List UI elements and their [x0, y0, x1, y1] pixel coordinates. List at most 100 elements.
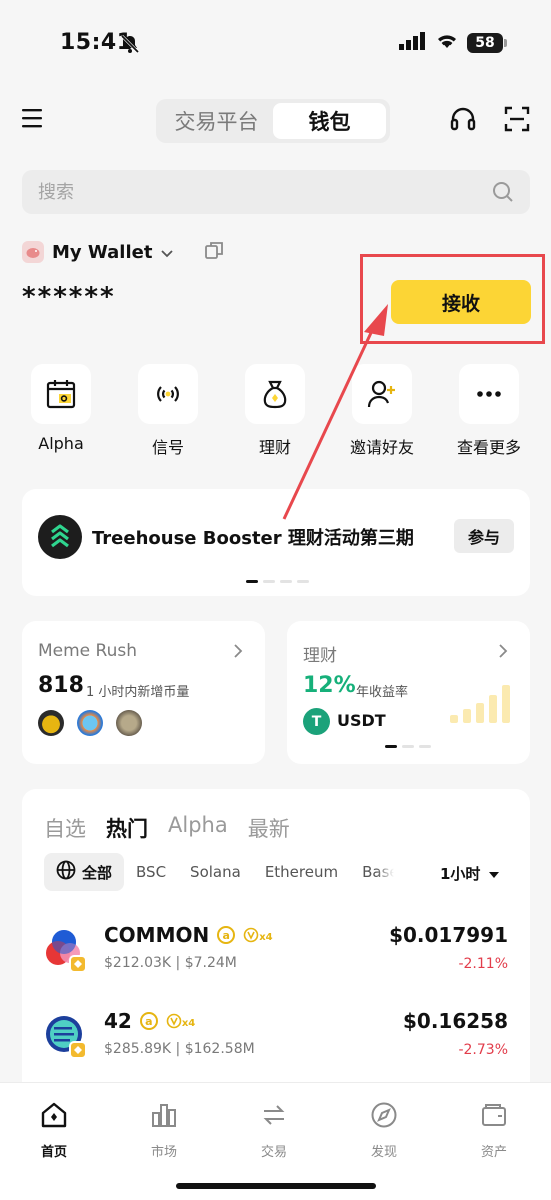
- tab-alpha[interactable]: Alpha: [168, 813, 228, 843]
- scan-icon[interactable]: [504, 106, 530, 136]
- bell-muted-icon: [120, 34, 140, 58]
- calendar-alpha-icon: [31, 364, 91, 424]
- multiplier-label: x4: [181, 1018, 196, 1029]
- headset-icon[interactable]: [450, 106, 476, 136]
- menu-icon[interactable]: [22, 108, 44, 128]
- card-title: Meme Rush: [38, 641, 138, 661]
- money-bag-icon: [245, 364, 305, 424]
- chain-base[interactable]: Base: [350, 853, 394, 891]
- search-bar: [22, 170, 530, 214]
- yield-sparkbars: [450, 677, 510, 723]
- carousel-dot: [385, 745, 397, 748]
- carousel-dot: [280, 580, 292, 583]
- search-icon[interactable]: [492, 181, 514, 207]
- tab-wallet[interactable]: 钱包: [273, 103, 386, 139]
- carousel-dot: [246, 580, 258, 583]
- token-change: -2.73%: [458, 1042, 508, 1058]
- tab-trade[interactable]: 交易: [234, 1101, 314, 1160]
- tab-hot[interactable]: 热门: [106, 813, 148, 843]
- token-name-row: 42 a x4: [104, 1009, 195, 1033]
- usdt-icon: T: [303, 708, 330, 735]
- invite-user-icon: [352, 364, 412, 424]
- mode-switch: 交易平台 钱包: [156, 99, 390, 143]
- shortcut-label: Alpha: [38, 434, 84, 453]
- chain-bsc[interactable]: BSC: [124, 853, 178, 891]
- token-stats: $285.89K | $162.58M: [104, 1041, 255, 1057]
- wallet-selector[interactable]: My Wallet: [22, 240, 224, 264]
- meme-subtitle: 1 小时内新增币量: [86, 685, 190, 700]
- shortcut-signal[interactable]: 信号: [127, 364, 209, 458]
- apy-label: 年收益率: [356, 685, 409, 700]
- tab-watchlist[interactable]: 自选: [44, 813, 86, 843]
- caret-down-icon: [488, 865, 500, 883]
- carousel-dots: [385, 745, 431, 748]
- shortcut-more[interactable]: 查看更多: [448, 364, 530, 458]
- wifi-icon: [435, 32, 459, 54]
- asset-label: USDT: [337, 711, 386, 730]
- meme-token-avatar: [38, 710, 64, 736]
- meme-count: 818: [38, 673, 84, 698]
- cellular-signal-icon: [399, 32, 427, 54]
- chevron-right-icon: [233, 643, 243, 663]
- token-name-row: COMMON a x4: [104, 923, 273, 947]
- time-filter-label: 1小时: [440, 865, 481, 883]
- shortcut-label: 理财: [258, 438, 291, 457]
- chain-all[interactable]: 全部: [44, 853, 125, 891]
- highlight-box: [360, 254, 545, 344]
- multiplier-badge-icon: x4: [166, 1013, 195, 1029]
- carousel-dots: [246, 580, 309, 583]
- signal-broadcast-icon: [138, 364, 198, 424]
- alpha-badge-icon: a: [139, 1012, 158, 1030]
- multiplier-badge-icon: x4: [243, 927, 273, 943]
- apy-value: 12%: [303, 673, 356, 698]
- wallet-name: My Wallet: [52, 241, 153, 263]
- meme-rush-card[interactable]: Meme Rush 818 1 小时内新增币量: [22, 621, 265, 764]
- tab-label: 资产: [480, 1145, 507, 1160]
- token-price: $0.16258: [402, 1009, 508, 1033]
- shortcut-invite[interactable]: 邀请好友: [341, 364, 423, 458]
- chevron-down-icon: [160, 243, 174, 262]
- wallet-icon: [480, 1101, 508, 1133]
- shortcut-label: 信号: [151, 438, 184, 457]
- token-row[interactable]: 42 a x4 $285.89K | $162.58M $0.16258 -2.…: [44, 1009, 508, 1069]
- token-volume: $285.89K: [104, 1041, 172, 1057]
- shortcut-label: 查看更多: [456, 438, 521, 457]
- token-stats: $212.03K | $7.24M: [104, 955, 237, 971]
- bar-chart-icon: [150, 1101, 178, 1133]
- treehouse-logo-icon: [38, 515, 82, 559]
- copy-icon[interactable]: [204, 240, 224, 264]
- market-panel: 自选 热门 Alpha 最新 全部 BSC Solana Ethereum Ba…: [22, 789, 530, 1109]
- time-filter[interactable]: 1小时: [440, 863, 500, 884]
- tab-label: 交易: [260, 1145, 287, 1160]
- tab-new[interactable]: 最新: [248, 813, 290, 843]
- tab-label: 首页: [40, 1145, 67, 1160]
- carousel-dot: [297, 580, 309, 583]
- tab-assets[interactable]: 资产: [454, 1101, 534, 1160]
- multiplier-label: x4: [259, 932, 273, 943]
- common-token-logo: [44, 928, 88, 973]
- tab-discover[interactable]: 发现: [344, 1101, 424, 1160]
- search-input[interactable]: [22, 170, 462, 214]
- token-row[interactable]: COMMON a x4 $212.03K | $7.24M $0.017991 …: [44, 923, 508, 983]
- wallet-balance: ******: [22, 282, 116, 312]
- battery-icon: 58: [467, 33, 507, 53]
- token-market-cap: $7.24M: [184, 955, 237, 971]
- earn-card[interactable]: 理财 12% 年收益率 T USDT: [287, 621, 530, 764]
- market-tabs: 自选 热门 Alpha 最新: [44, 813, 290, 843]
- status-indicators: 58: [399, 32, 507, 54]
- compass-icon: [370, 1101, 398, 1133]
- chain-ethereum[interactable]: Ethereum: [253, 853, 350, 891]
- shortcut-alpha[interactable]: Alpha: [20, 364, 102, 453]
- tab-home[interactable]: 首页: [14, 1101, 94, 1160]
- tab-market[interactable]: 市场: [124, 1101, 204, 1160]
- shortcut-earn[interactable]: 理财: [234, 364, 316, 458]
- globe-icon: [56, 860, 76, 884]
- token-name: COMMON: [104, 923, 210, 947]
- banner-title: Treehouse Booster 理财活动第三期: [92, 528, 414, 549]
- chain-solana[interactable]: Solana: [178, 853, 253, 891]
- join-button[interactable]: 参与: [454, 519, 514, 553]
- chevron-right-icon: [498, 643, 508, 663]
- promo-banner[interactable]: Treehouse Booster 理财活动第三期 参与: [22, 489, 530, 596]
- shortcut-label: 邀请好友: [349, 438, 414, 457]
- tab-exchange[interactable]: 交易平台: [160, 103, 273, 139]
